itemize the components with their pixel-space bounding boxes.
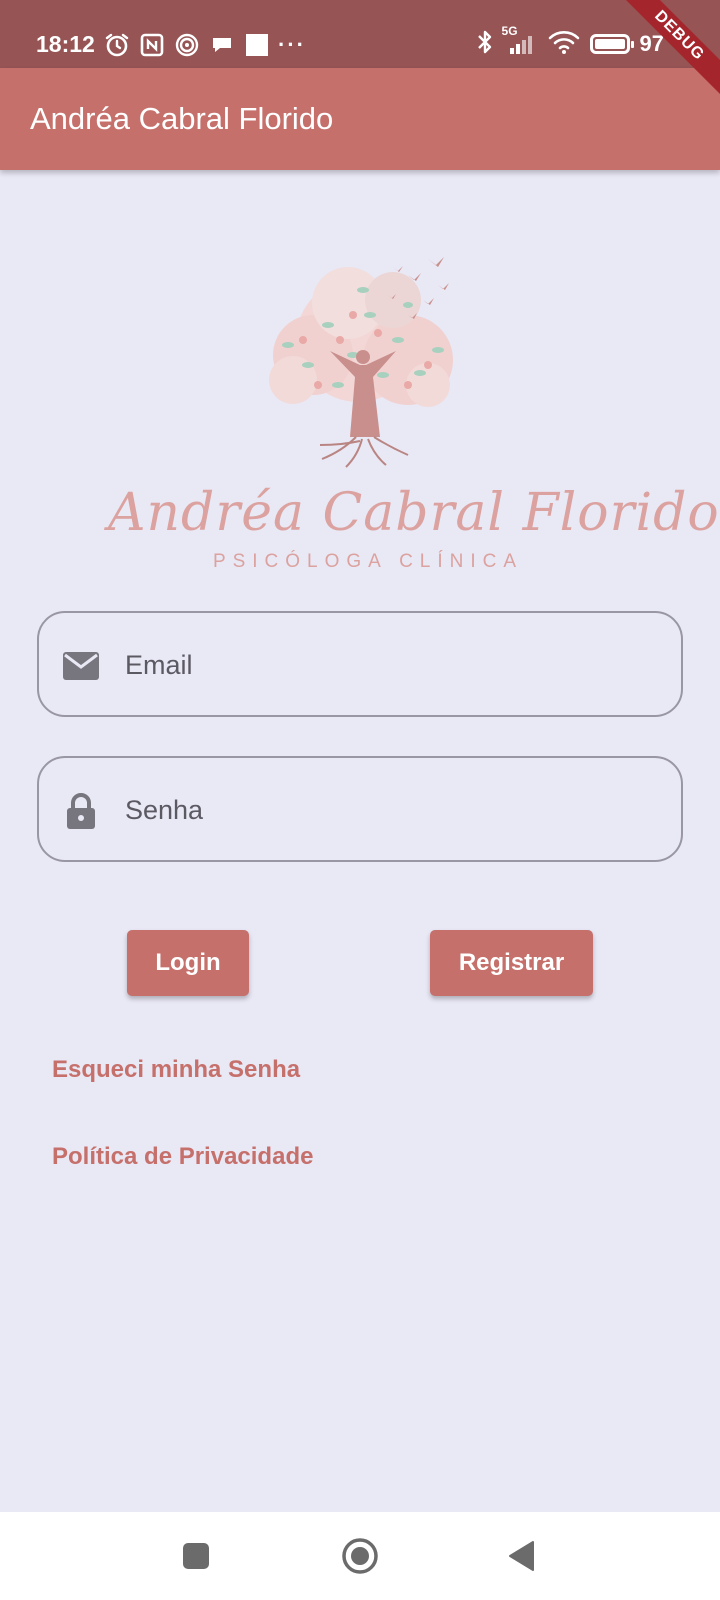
wifi-icon [548,29,580,60]
password-input[interactable] [125,784,645,836]
back-icon [509,1541,534,1571]
forgot-password-link[interactable]: Esqueci minha Senha [52,1055,300,1085]
recents-button[interactable] [174,1534,218,1578]
network-type-label: 5G [501,24,518,38]
logo-name: Andréa Cabral Florido [108,483,720,543]
status-time: 18:12 [36,31,95,57]
overflow-dots: ··· [278,32,306,57]
recents-icon [183,1543,209,1569]
status-left-icons: ··· [104,32,305,58]
debug-label: DEBUG [610,0,720,105]
alarm-icon [104,32,130,58]
logo-subtitle: PSICÓLOGA CLÍNICA [212,551,524,572]
password-field[interactable] [37,756,683,862]
register-button[interactable]: Registrar [430,930,593,996]
home-icon [342,1538,378,1574]
privacy-policy-link[interactable]: Política de Privacidade [52,1142,313,1172]
back-button[interactable] [500,1534,544,1578]
system-nav-bar [0,1512,720,1600]
home-button[interactable] [338,1534,382,1578]
login-button[interactable]: Login [127,930,249,996]
app-bar-title: Andréa Cabral Florido [30,101,334,136]
email-icon [63,648,99,684]
signal-icon: 5G [502,24,538,56]
logo: Andréa Cabral Florido PSICÓLOGA CLÍNICA [108,245,720,575]
lock-icon [63,793,99,829]
email-field[interactable] [37,611,683,717]
debug-banner: DEBUG [610,0,720,110]
square-icon [244,32,270,58]
hotspot-icon [174,32,200,58]
tree-illustration [269,257,453,468]
bluetooth-icon [476,29,494,60]
email-input[interactable] [125,639,645,691]
nfc-icon [139,32,165,58]
chat-icon [209,32,235,58]
